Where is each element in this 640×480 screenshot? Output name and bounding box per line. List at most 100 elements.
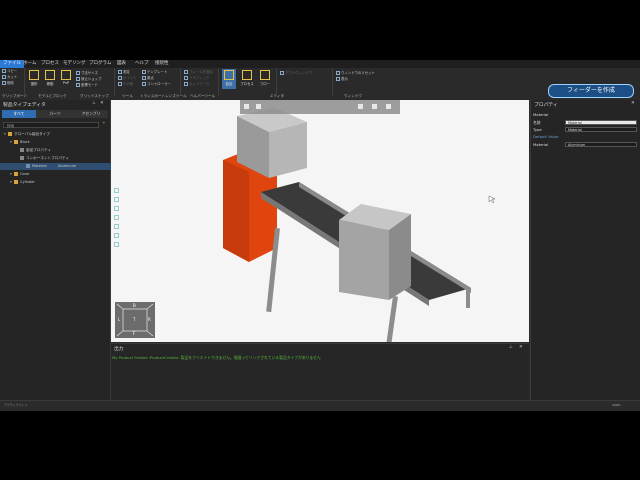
coordinate-mode-toggle[interactable]: 座標モード [76,83,98,88]
close-icon[interactable]: ✕ [100,101,104,106]
menu-program[interactable]: プログラム [86,60,114,68]
rotate-icon[interactable] [114,206,119,211]
tools-icon [118,82,122,86]
folder-icon [14,172,18,176]
menu-bar: ファイル ホーム プロセス モデリング プログラム 図表 ヘルプ 接続性 [0,60,640,68]
search-input[interactable]: 検索 [3,122,99,128]
tree-item-label: Material [32,164,47,168]
product-editor-button[interactable]: 製品 [222,69,236,89]
template-button[interactable]: テンプレート [142,70,167,75]
tree-item-label: グローバル製品タイプ [14,132,50,136]
scene-canvas[interactable] [111,100,529,342]
pin-icon[interactable]: ⊥ [92,101,96,106]
conveyor-leg [380,296,398,342]
delete-button[interactable]: 削除 [2,81,14,86]
folder-icon [14,140,18,144]
process-icon [242,70,252,80]
tree-item-label: Block [20,140,30,144]
menu-chart[interactable]: 図表 [114,60,129,68]
snapshot-icon[interactable] [372,104,377,109]
reset-icon [336,71,340,75]
menu-modeling[interactable]: モデリング [60,60,89,68]
material-select[interactable]: Aluminum [565,142,637,147]
light-icon[interactable] [114,224,119,229]
navcube-right[interactable]: R [148,317,151,322]
menu-help[interactable]: ヘルプ [132,60,152,68]
close-icon[interactable]: ✕ [631,101,635,106]
view-icon[interactable] [256,104,261,109]
property-icon [20,156,24,160]
point-button[interactable]: ポイント [118,76,137,81]
pan-icon[interactable] [114,197,119,202]
show-button[interactable]: 表示 [336,77,348,82]
navcube-front[interactable]: F [133,331,135,336]
menu-home[interactable]: ホーム [20,60,39,68]
tree-item[interactable]: ▾ Cone [0,171,120,178]
tab-all[interactable]: すべて [2,110,36,118]
reset-window-button[interactable]: ウィンドウのリセット [336,71,375,76]
navcube-back[interactable]: B [133,303,136,308]
network-button[interactable]: ネットワーク [184,82,209,87]
property-label: Default Value [533,134,559,139]
measure-button[interactable]: 測定 [118,70,130,75]
traffic-button[interactable]: トラフィック [184,76,209,81]
navcube-top[interactable]: T [133,317,135,322]
tab-parts[interactable]: パーツ [38,110,72,118]
ribbon-separator [276,68,277,96]
add-frame-button[interactable]: フレームを追加 [184,70,213,75]
camera-icon[interactable] [114,233,119,238]
gear-icon[interactable] [244,104,249,109]
navcube-left[interactable]: L [118,317,120,322]
grid-icon[interactable] [386,104,391,109]
zoom-level[interactable]: 100% [612,403,621,407]
product-type-editor-panel: 製品タイプエディタ ⊥ ✕ すべて パーツ アセンブリ 検索 + ▾ グローバル製… [0,100,132,400]
menu-connectivity[interactable]: 接続性 [152,60,172,68]
3d-viewport[interactable]: B L T R F [111,100,529,342]
folder-icon [8,132,12,136]
checkbox-icon [76,77,80,81]
navigation-cube[interactable]: B L T R F [115,302,155,338]
other-tools-button[interactable]: その他 [118,82,133,87]
tree-item[interactable]: 製品プロパティ [0,147,126,154]
tree-item[interactable]: ▾ Block [0,139,120,146]
point-icon [118,76,122,80]
select-button[interactable]: 選択 [27,69,41,89]
controller-button[interactable]: コントローラー [142,82,171,87]
tree-item[interactable]: ▾ グローバル製品タイプ [0,131,114,138]
create-feeder-button[interactable]: フィーダーを作成 [548,84,634,98]
mouse-cursor-icon [488,195,496,204]
tree-item[interactable]: コンポーネントプロパティ [0,155,126,162]
cut-icon [2,75,6,79]
perspective-icon[interactable] [114,242,119,247]
type-field[interactable]: Material [565,127,637,132]
add-icon[interactable]: + [102,121,106,126]
pnp-button[interactable]: PnP [59,69,73,89]
flow-editor-button[interactable]: フロー [258,69,272,89]
zoom-icon[interactable] [114,188,119,193]
process-editor-button[interactable]: プロセス [240,69,254,89]
pnp-icon [61,70,71,80]
show-icon [336,77,340,81]
tree-item[interactable]: ▾ Cylinder [0,179,120,186]
panel-title: 製品タイプエディタ [3,103,46,108]
render-icon[interactable] [358,104,363,109]
property-label: Material [533,142,549,147]
menu-process[interactable]: プロセス [38,60,62,68]
block-front[interactable] [339,220,389,300]
editor-group-label: エディタ [270,94,285,98]
product-tabs: すべて パーツ アセンブリ [2,110,108,118]
origin-button[interactable]: 原点 [142,76,154,81]
copy-icon [2,69,6,73]
dimension-size-toggle[interactable]: 寸法サイズ [76,71,98,76]
tab-assembly[interactable]: アセンブリ [74,110,108,118]
name-field[interactable]: Material [565,120,637,125]
close-icon[interactable]: ✕ [519,345,523,350]
fit-icon[interactable] [114,215,119,220]
cut-button[interactable]: カット [2,75,17,80]
pin-icon[interactable]: ⊥ [509,345,513,350]
static-snap-toggle[interactable]: 静止ショップ [76,77,101,82]
traffic-icon [184,76,188,80]
move-button[interactable]: 移動 [43,69,57,89]
window-option-button[interactable]: アウトウィンドウ [280,71,312,76]
copy-button[interactable]: コピー [2,69,17,74]
